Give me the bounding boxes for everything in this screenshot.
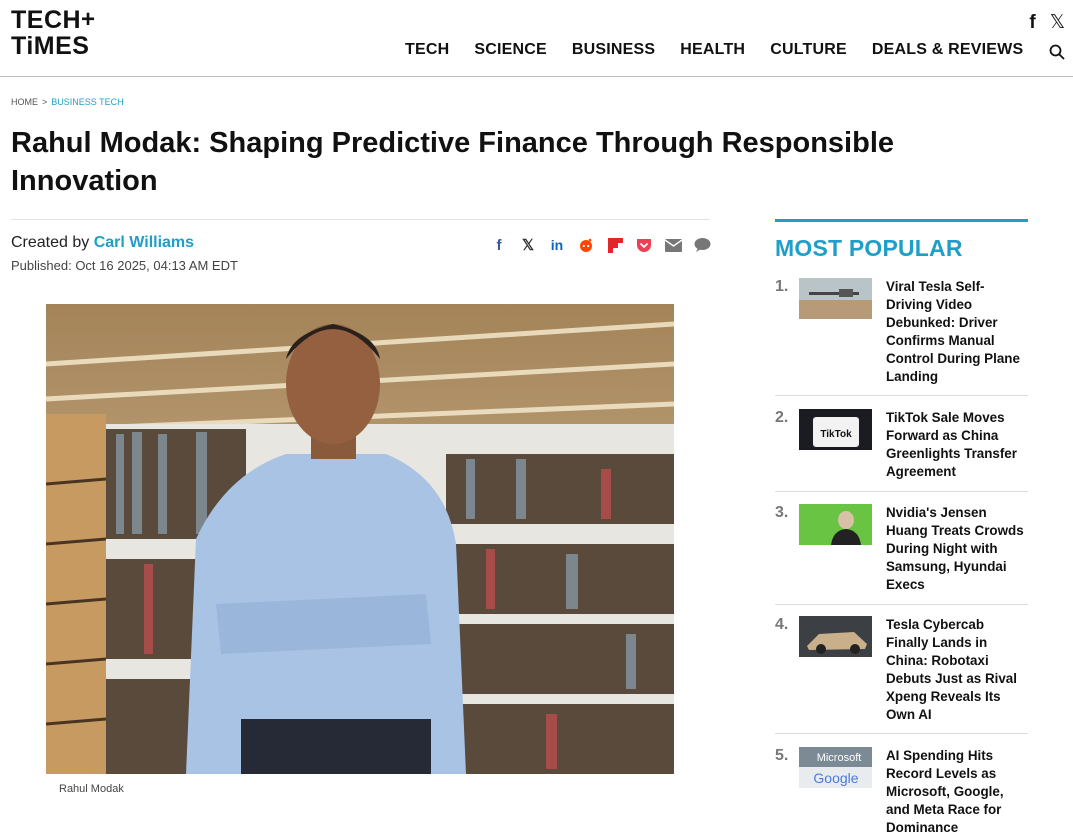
nav-item-science[interactable]: SCIENCE <box>474 41 547 59</box>
email-icon[interactable] <box>664 236 682 254</box>
author-link[interactable]: Carl Williams <box>94 234 194 251</box>
x-icon[interactable]: 𝕏 <box>1050 12 1065 34</box>
popular-item-number: 1. <box>775 278 789 295</box>
breadcrumb-current[interactable]: BUSINESS TECH <box>51 97 123 107</box>
popular-item[interactable]: 5. Microsoft Google AI Spending Hits Reco… <box>775 747 1028 833</box>
article-title: Rahul Modak: Shaping Predictive Finance … <box>11 127 894 197</box>
popular-item-thumbnail[interactable] <box>799 278 872 319</box>
most-popular-sidebar: MOST POPULAR 1. Viral Tesla Self-Driving… <box>775 219 1028 833</box>
logo-line-2: TiMES <box>11 32 90 60</box>
popular-item-title[interactable]: AI Spending Hits Record Levels as Micros… <box>886 747 1030 833</box>
nav-item-tech[interactable]: TECH <box>405 41 449 59</box>
microsoft-thumb-text: Microsoft <box>817 752 862 764</box>
hero-photo-illustration <box>46 304 674 774</box>
popular-item-number: 3. <box>775 504 789 521</box>
popular-item-title[interactable]: Nvidia's Jensen Huang Treats Crowds Duri… <box>886 504 1030 594</box>
facebook-icon[interactable]: f <box>1029 12 1035 34</box>
published-date: Published: Oct 16 2025, 04:13 AM EDT <box>11 258 238 273</box>
logo-plus: + <box>81 6 96 33</box>
flipboard-icon[interactable] <box>606 236 624 254</box>
popular-item-thumbnail[interactable] <box>799 504 872 545</box>
popular-item-title[interactable]: Viral Tesla Self-Driving Video Debunked:… <box>886 278 1030 386</box>
comment-icon[interactable] <box>693 236 711 254</box>
main-nav: TECH SCIENCE BUSINESS HEALTH CULTURE DEA… <box>405 41 1023 59</box>
facebook-icon[interactable]: f <box>490 236 508 254</box>
breadcrumb-home[interactable]: HOME <box>11 97 38 107</box>
site-header: TECH + TiMES f 𝕏 TECH SCIENCE BUSINESS H… <box>0 0 1073 77</box>
popular-item-number: 4. <box>775 616 789 633</box>
tiktok-thumb-text: TikTok <box>820 429 852 440</box>
site-logo[interactable]: TECH + TiMES <box>11 8 101 62</box>
google-thumb-text: Google <box>813 770 858 786</box>
popular-item-title[interactable]: Tesla Cybercab Finally Lands in China: R… <box>886 616 1030 724</box>
pocket-icon[interactable] <box>635 236 653 254</box>
nav-item-culture[interactable]: CULTURE <box>770 41 847 59</box>
popular-item-thumbnail[interactable] <box>799 616 872 657</box>
popular-item[interactable]: 3. Nvidia's Jensen Huang Treats Crowds D… <box>775 504 1028 605</box>
popular-item-thumbnail[interactable]: Microsoft Google <box>799 747 872 788</box>
share-bar: f 𝕏 in <box>490 236 711 254</box>
nav-item-deals-reviews[interactable]: DEALS & REVIEWS <box>872 41 1023 59</box>
nav-item-health[interactable]: HEALTH <box>680 41 745 59</box>
popular-item-title[interactable]: TikTok Sale Moves Forward as China Green… <box>886 409 1030 481</box>
x-icon[interactable]: 𝕏 <box>519 236 537 254</box>
image-caption: Rahul Modak <box>59 783 124 795</box>
byline: Created by Carl Williams <box>11 234 194 252</box>
nav-item-business[interactable]: BUSINESS <box>572 41 655 59</box>
popular-item[interactable]: 2. TikTok TikTok Sale Moves Forward as C… <box>775 409 1028 492</box>
reddit-icon[interactable] <box>577 236 595 254</box>
created-by-label: Created by <box>11 234 90 251</box>
popular-item[interactable]: 1. Viral Tesla Self-Driving Video Debunk… <box>775 278 1028 396</box>
popular-item-number: 5. <box>775 747 789 764</box>
linkedin-icon[interactable]: in <box>548 236 566 254</box>
breadcrumb: HOME > BUSINESS TECH <box>11 97 124 107</box>
search-icon[interactable] <box>1049 44 1065 60</box>
hero-image <box>46 304 674 774</box>
breadcrumb-separator: > <box>42 97 48 107</box>
popular-item-thumbnail[interactable]: TikTok <box>799 409 872 450</box>
title-divider <box>11 219 710 220</box>
most-popular-heading: MOST POPULAR <box>775 235 963 261</box>
popular-item[interactable]: 4. Tesla Cybercab Finally Lands in China… <box>775 616 1028 734</box>
header-social: f 𝕏 <box>1029 12 1065 34</box>
sidebar-accent-rule <box>775 219 1028 222</box>
popular-item-number: 2. <box>775 409 789 426</box>
